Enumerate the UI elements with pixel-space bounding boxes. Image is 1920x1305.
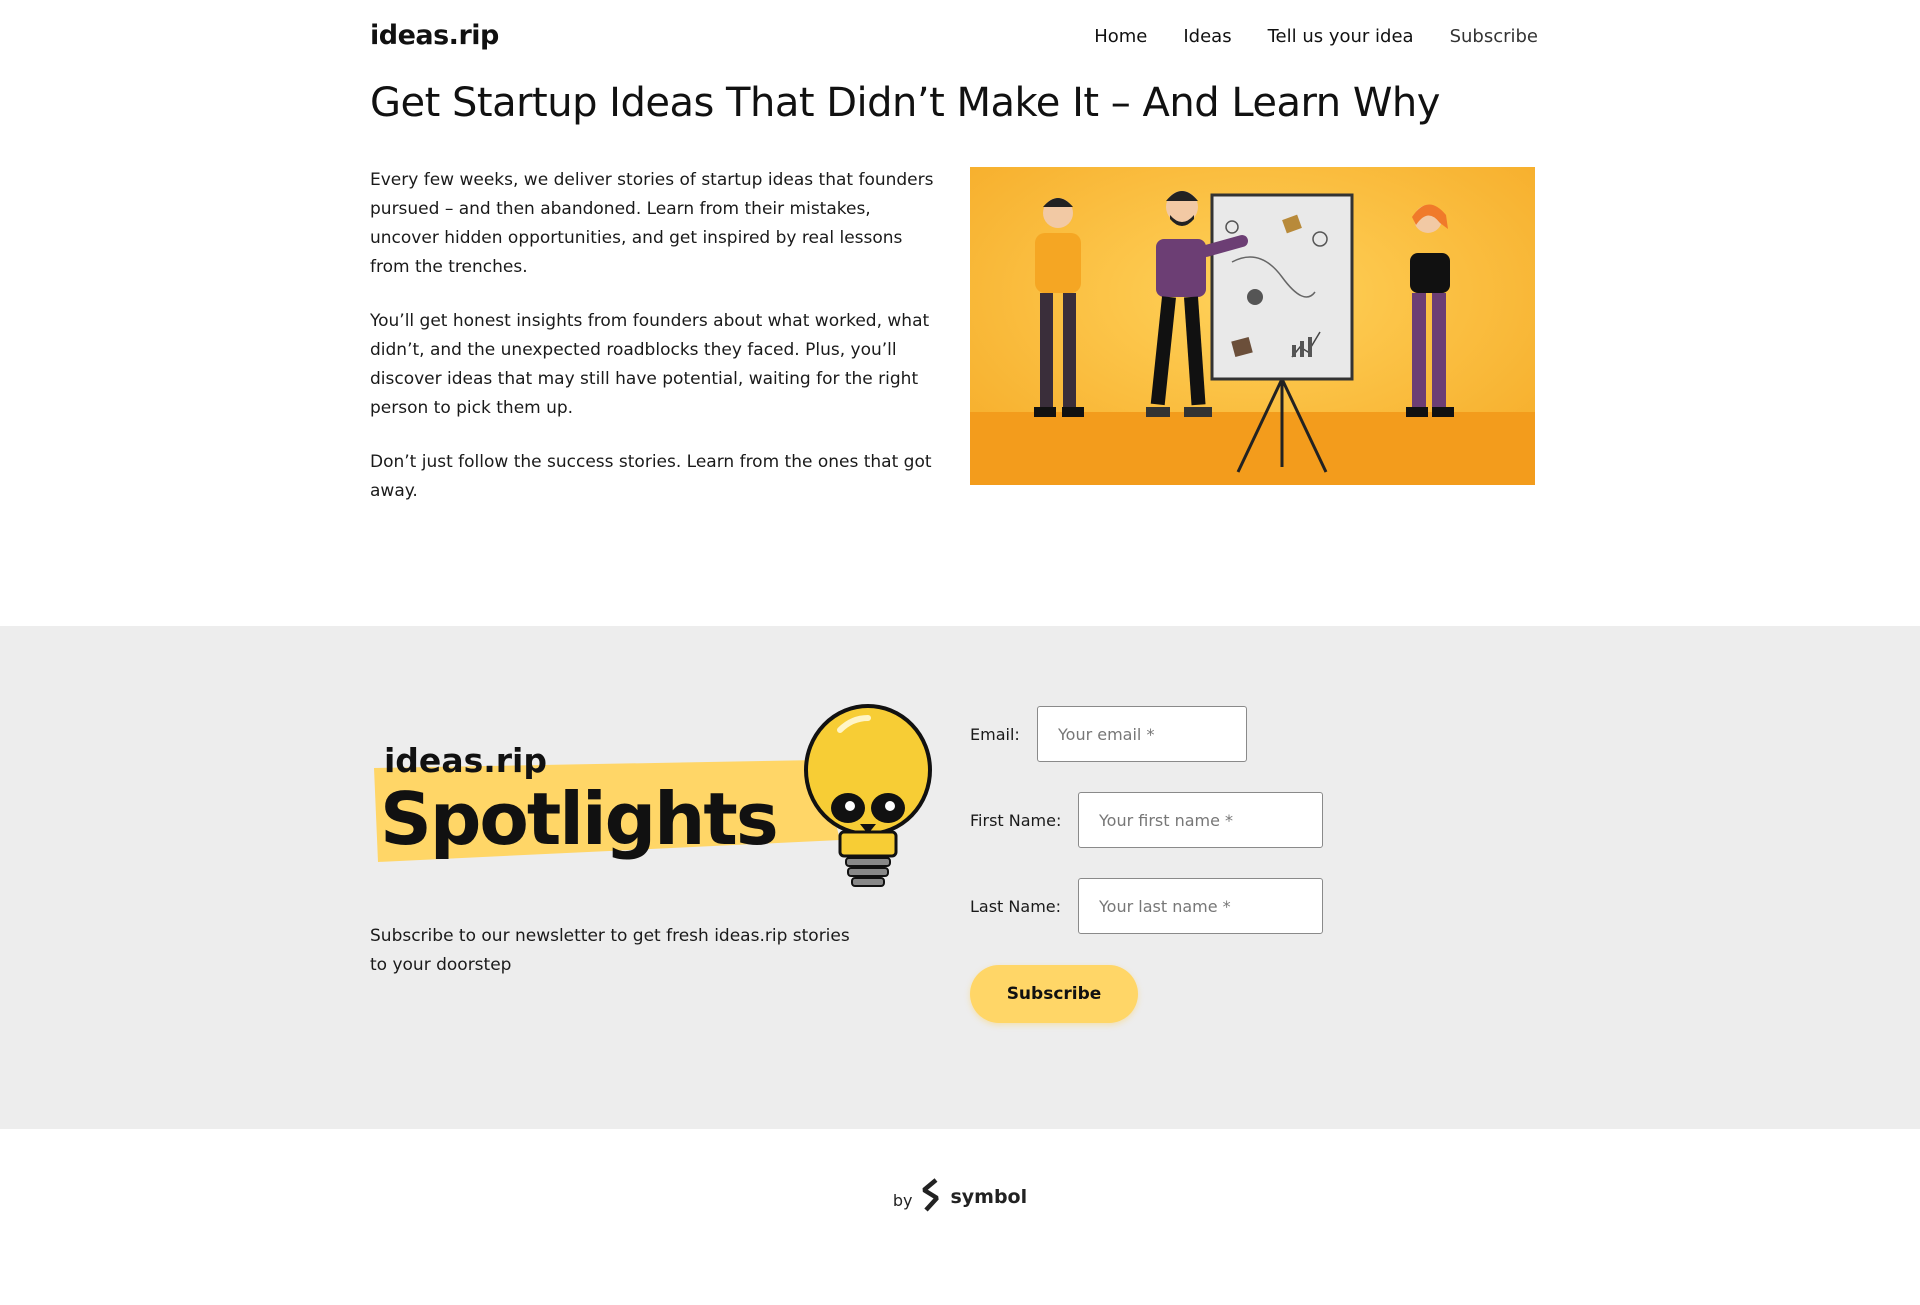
last-name-row: Last Name: [970,878,1323,934]
email-row: Email: [970,706,1247,762]
newsletter-section [0,626,1920,1129]
spotlights-logo: ideas.rip Spotlights [374,704,932,887]
intro-paragraph: Don’t just follow the success stories. L… [370,452,932,501]
nav-subscribe[interactable]: Subscribe [1450,26,1538,47]
spotlights-badge: ideas.rip Spotlights [370,700,940,900]
footer-by-text: by [892,1190,913,1210]
page-title: Get Startup Ideas That Didn’t Make It – … [370,80,1440,126]
subscribe-button[interactable]: Subscribe [970,965,1138,1023]
nav-home[interactable]: Home [1094,26,1147,47]
site-logo[interactable]: ideas.rip [370,20,499,51]
hero-illustration [970,167,1535,485]
email-label: Email: [970,724,1020,744]
intro-paragraph: You’ll get honest insights from founders… [370,311,930,418]
badge-main-text: Spotlights [380,777,777,861]
intro-paragraph: Every few weeks, we deliver stories of s… [370,170,934,277]
main-nav: Home Ideas Tell us your idea Subscribe [1094,26,1538,47]
last-name-label: Last Name: [970,896,1062,916]
badge-top-text: ideas.rip [384,741,547,780]
skull-lightbulb-icon [804,704,932,887]
nav-tell-us-your-idea[interactable]: Tell us your idea [1268,26,1414,47]
last-name-field[interactable] [1078,878,1323,934]
footer-brand[interactable]: symbol [950,1186,1027,1208]
first-name-field[interactable] [1078,792,1323,848]
newsletter-description: Subscribe to our newsletter to get fresh… [370,926,850,975]
footer: by symbol [0,1178,1920,1216]
nav-ideas[interactable]: Ideas [1183,26,1231,47]
email-field[interactable] [1037,706,1247,762]
first-name-label: First Name: [970,810,1062,830]
symbol-logo-icon[interactable] [920,1178,942,1216]
presentation-illustration [970,167,1535,485]
first-name-row: First Name: [970,792,1323,848]
intro-text: Every few weeks, we deliver stories of s… [370,166,935,531]
